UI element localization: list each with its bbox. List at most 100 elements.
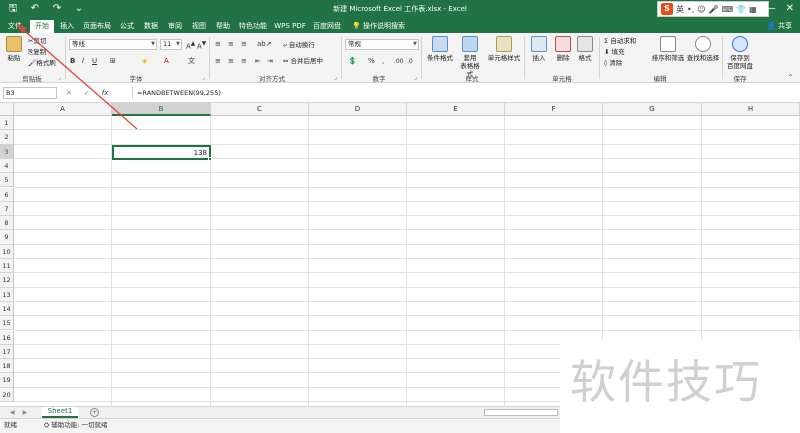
border-icon[interactable]: ⊞ [110,57,116,66]
column-header-g[interactable]: G [603,103,702,116]
clipboard-launcher-icon[interactable]: ⌟ [58,74,61,81]
row-header-2[interactable]: 2 [0,130,14,145]
row-header-10[interactable]: 10 [0,244,14,259]
column-header-e[interactable]: E [407,103,505,116]
align-center-icon[interactable]: ≡ [228,57,234,66]
orientation-icon[interactable]: ab↗ [257,40,272,49]
row-header-13[interactable]: 13 [0,287,14,302]
row-header-4[interactable]: 4 [0,158,14,174]
tab-view[interactable]: 视图 [188,20,210,33]
format-painter-button[interactable]: 🖌格式刷 [28,59,56,67]
column-header-h[interactable]: H [702,103,800,116]
column-header-f[interactable]: F [505,103,603,116]
mic-icon[interactable]: 🎤 [709,5,719,14]
row-header-11[interactable]: 11 [0,259,14,274]
tab-baidu[interactable]: 百度网盘 [310,20,344,33]
function-icon[interactable]: fx [102,87,109,99]
align-bottom-icon[interactable]: ≡ [241,40,247,49]
row-header-1[interactable]: 1 [0,116,14,131]
row-header-3[interactable]: 3 [0,144,14,159]
alignment-launcher-icon[interactable]: ⌟ [334,74,337,81]
phonetic-icon[interactable]: 文 [188,57,195,66]
fill-color-icon[interactable]: ◈ [142,57,147,66]
row-header-18[interactable]: 18 [0,359,14,374]
emoji-icon[interactable]: ☺ [697,5,705,14]
sheet-tab-sheet1[interactable]: Sheet1 [42,407,78,418]
shrink-font-icon[interactable]: A▼ [197,40,206,51]
font-color-icon[interactable]: A [164,57,169,66]
increase-decimal-icon[interactable]: .00 [394,57,404,66]
row-header-14[interactable]: 14 [0,301,14,317]
save-to-baidu-button[interactable]: 保存到 百度网盘 [724,36,756,70]
tab-home[interactable]: 开始 [30,20,54,33]
collapse-ribbon-icon[interactable]: ^ [788,73,793,82]
row-header-5[interactable]: 5 [0,173,14,188]
decrease-decimal-icon[interactable]: .0 [407,57,413,66]
grow-font-icon[interactable]: A▲ [186,40,195,51]
skin-icon[interactable]: 👕 [736,5,746,14]
fill-handle[interactable] [208,157,212,161]
merge-center-button[interactable]: ⇔ 合并后居中 [283,57,323,65]
insert-cells-button[interactable]: 插入 [528,36,550,62]
format-cells-button[interactable]: 格式 [576,36,594,62]
row-header-12[interactable]: 12 [0,273,14,288]
ime-mode[interactable]: 英 [676,4,684,15]
find-select-button[interactable]: 查找和选择 [686,36,720,62]
row-header-8[interactable]: 8 [0,216,14,231]
number-launcher-icon[interactable]: ⌟ [414,74,417,81]
align-middle-icon[interactable]: ≡ [228,40,234,49]
row-header-7[interactable]: 7 [0,201,14,217]
clear-button[interactable]: ◊ 清除 [604,59,622,67]
increase-indent-icon[interactable]: ⇥ [267,57,273,66]
cell-styles-button[interactable]: 单元格样式 [486,36,522,62]
tab-insert[interactable]: 插入 [56,20,78,33]
tab-help[interactable]: 帮助 [212,20,234,33]
tell-me-search[interactable]: 💡 操作说明搜索 [352,20,405,33]
font-launcher-icon[interactable]: ⌟ [202,74,205,81]
autosum-button[interactable]: Σ 自动求和 [604,37,636,45]
column-header-a[interactable]: A [14,103,112,116]
active-cell[interactable]: 138 [112,144,211,160]
number-format-select[interactable]: 常规 ▼ [345,39,419,50]
horizontal-scrollbar[interactable] [484,409,558,416]
minimize-icon[interactable]: — [766,2,776,16]
add-sheet-button[interactable]: + [90,408,99,417]
italic-icon[interactable]: I [82,57,84,66]
format-table-button[interactable]: 套用 表格格式 [458,36,482,78]
row-header-20[interactable]: 20 [0,387,14,402]
tab-special[interactable]: 特色功能 [236,20,270,33]
row-header-9[interactable]: 9 [0,230,14,245]
row-header-16[interactable]: 16 [0,330,14,345]
tab-formulas[interactable]: 公式 [116,20,138,33]
column-header-d[interactable]: D [309,103,407,116]
decrease-indent-icon[interactable]: ⇤ [255,57,261,66]
formula-input[interactable]: =RANDBETWEEN(99,255) [132,87,796,99]
underline-icon[interactable]: U [92,57,97,66]
tab-data[interactable]: 数据 [140,20,162,33]
accessibility-status[interactable]: ⛭ 辅助功能: 一切就绪 [44,419,108,432]
font-size-select[interactable]: 11 ▼ [160,39,182,50]
next-sheet-icon[interactable]: ▶ [23,407,28,418]
row-header-19[interactable]: 19 [0,373,14,388]
wrap-text-button[interactable]: ⤶ 自动换行 [283,41,315,49]
align-right-icon[interactable]: ≡ [241,57,247,66]
cut-button[interactable]: ✂剪切 [28,37,46,45]
prev-sheet-icon[interactable]: ◀ [10,407,15,418]
tab-wps-pdf[interactable]: WPS PDF [272,20,308,33]
tools-icon[interactable]: ▦ [749,5,757,14]
row-header-17[interactable]: 17 [0,344,14,360]
keyboard-icon[interactable]: ⌨ [722,5,734,14]
copy-button[interactable]: ⎘复制 [28,48,46,56]
percent-icon[interactable]: % [368,57,375,66]
column-header-b[interactable]: B [112,103,211,116]
close-icon[interactable]: ✕ [786,2,794,16]
punctuation-icon[interactable]: •, [687,5,694,14]
font-name-select[interactable]: 等线 ▼ [69,39,157,50]
row-header-15[interactable]: 15 [0,316,14,331]
ime-toolbar[interactable]: S 英 •, ☺ 🎤 ⌨ 👕 ▦ [657,1,769,17]
row-header-6[interactable]: 6 [0,187,14,202]
share-button[interactable]: 👤 共享 [767,20,792,33]
tab-page-layout[interactable]: 页面布局 [80,20,114,33]
align-top-icon[interactable]: ≡ [215,40,221,49]
paste-button[interactable]: 粘贴 [4,36,24,62]
